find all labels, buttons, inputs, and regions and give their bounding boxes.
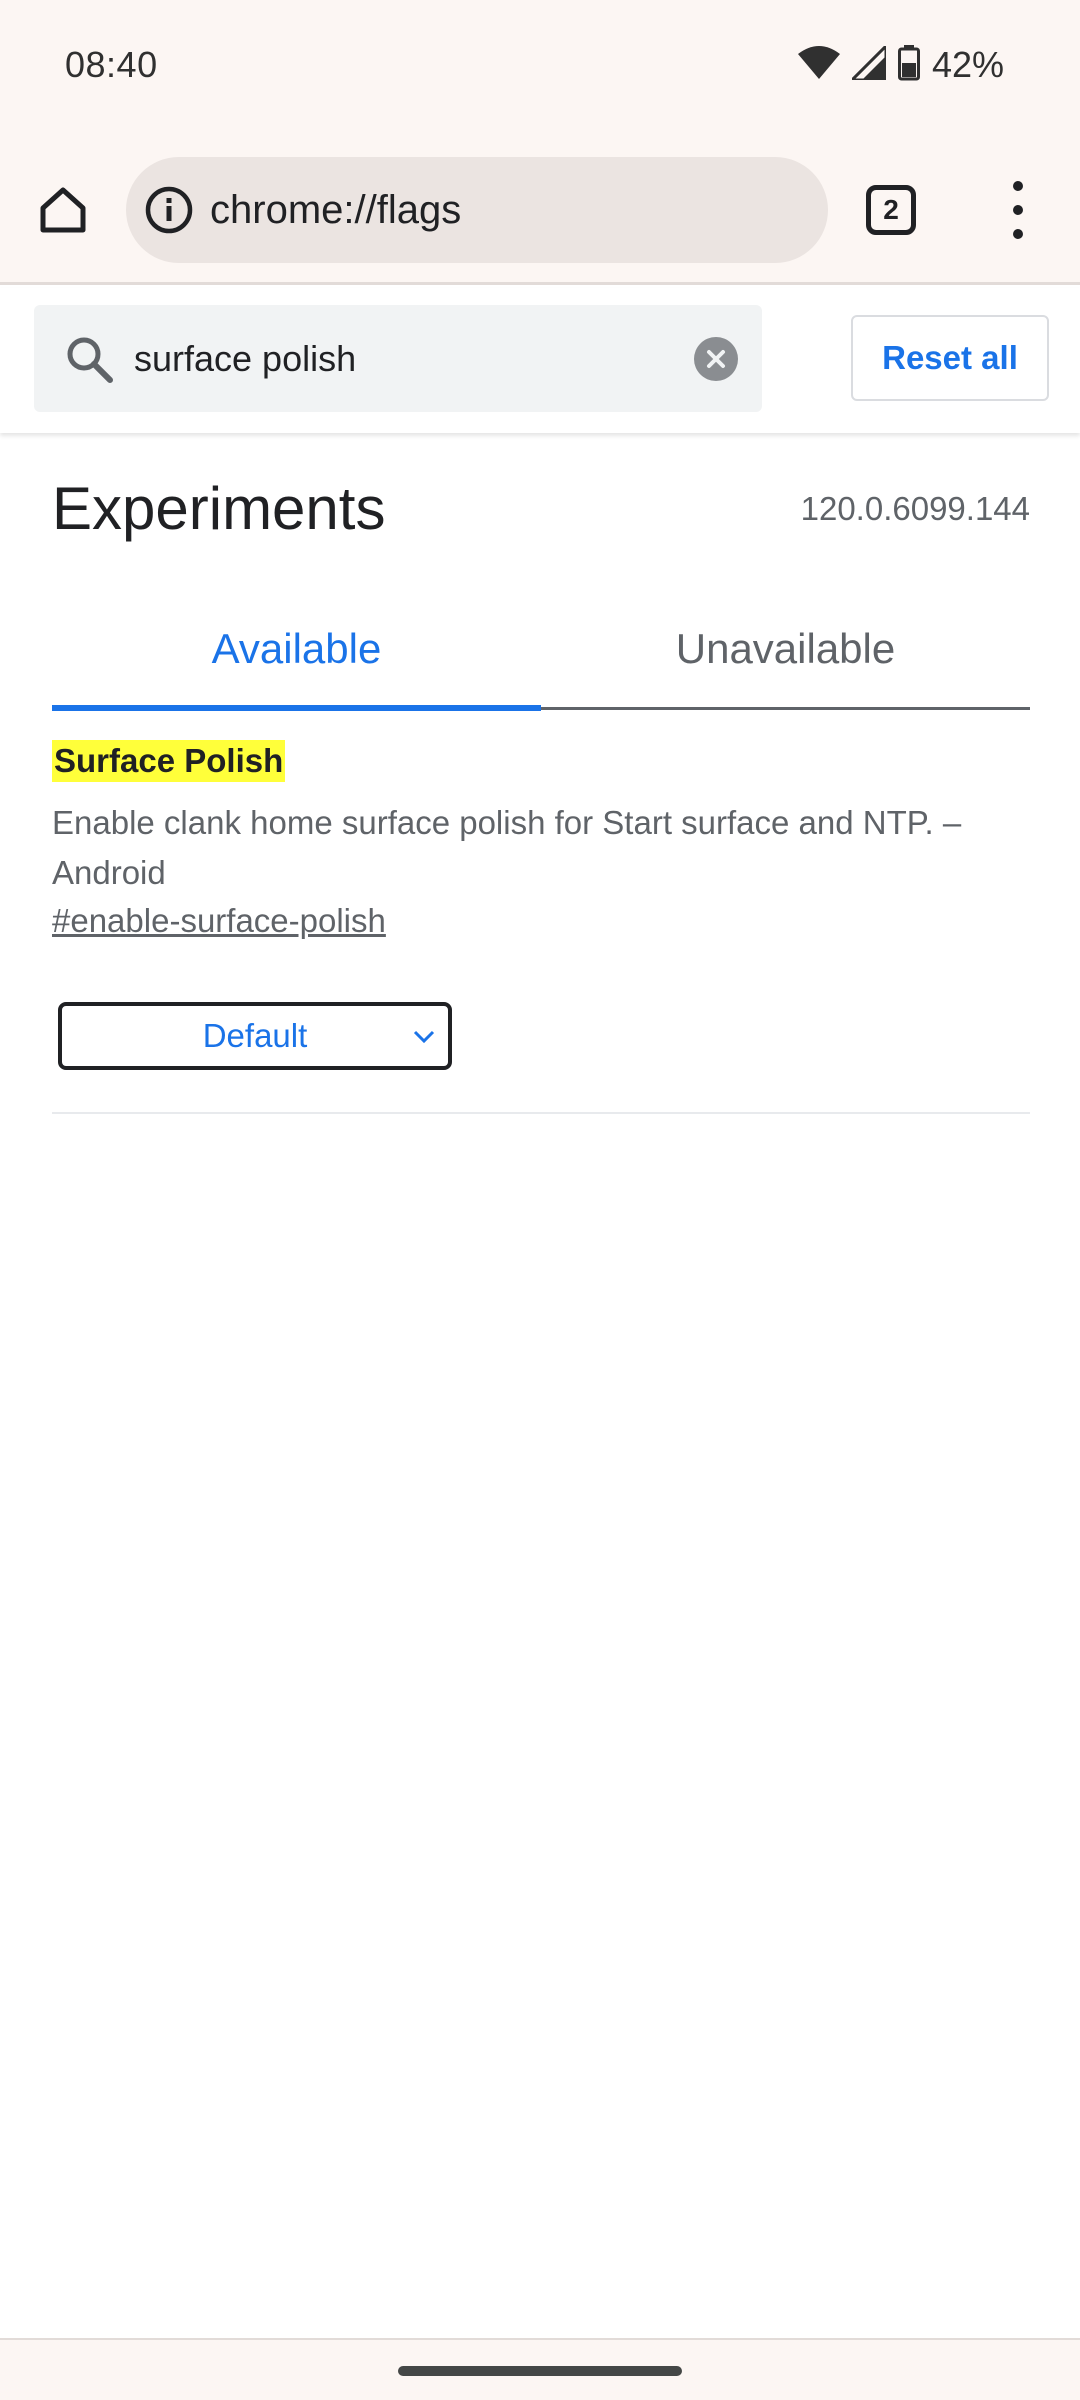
wifi-icon xyxy=(797,45,840,85)
search-input[interactable] xyxy=(132,336,652,381)
page-title: Experiments xyxy=(52,475,386,542)
tab-bar: Available Unavailable xyxy=(52,590,1030,711)
chevron-down-icon xyxy=(413,1030,435,1044)
gesture-nav-bar xyxy=(0,2338,1080,2400)
experiment-description: Enable clank home surface polish for Sta… xyxy=(52,804,962,891)
experiment-title: Surface Polish xyxy=(52,740,286,782)
flags-search-header: Reset all xyxy=(0,288,1080,433)
tab-available[interactable]: Available xyxy=(52,590,541,711)
status-icons: 42% xyxy=(797,41,1004,86)
signal-icon xyxy=(848,41,888,85)
status-bar: 08:40 42% xyxy=(0,0,1080,135)
reset-all-button[interactable]: Reset all xyxy=(851,315,1049,401)
status-time: 08:40 xyxy=(65,44,158,85)
battery-percent: 42% xyxy=(931,44,1004,85)
close-icon xyxy=(707,350,725,368)
home-gesture-handle[interactable] xyxy=(398,2366,682,2376)
search-icon xyxy=(62,332,116,386)
overflow-menu-icon[interactable] xyxy=(994,175,1042,245)
experiment-item: Surface Polish Enable clank home surface… xyxy=(52,740,1030,1114)
clear-search-button[interactable] xyxy=(694,337,738,381)
tab-unavailable[interactable]: Unavailable xyxy=(541,590,1030,707)
omnibox-url[interactable]: chrome://flags xyxy=(210,188,461,233)
omnibox[interactable]: chrome://flags xyxy=(126,157,828,263)
search-box[interactable] xyxy=(34,305,762,412)
info-icon[interactable] xyxy=(142,183,196,237)
select-value: Default xyxy=(202,1017,308,1054)
battery-icon xyxy=(897,44,920,86)
version-label: 120.0.6099.144 xyxy=(800,490,1030,527)
home-icon xyxy=(40,187,86,233)
browser-toolbar: chrome://flags 2 xyxy=(0,135,1080,285)
home-button[interactable] xyxy=(30,177,96,243)
experiment-permalink[interactable]: #enable-surface-polish xyxy=(52,902,386,940)
experiment-state-select[interactable]: Default xyxy=(58,1002,452,1070)
tab-switcher-button[interactable]: 2 xyxy=(866,185,916,235)
